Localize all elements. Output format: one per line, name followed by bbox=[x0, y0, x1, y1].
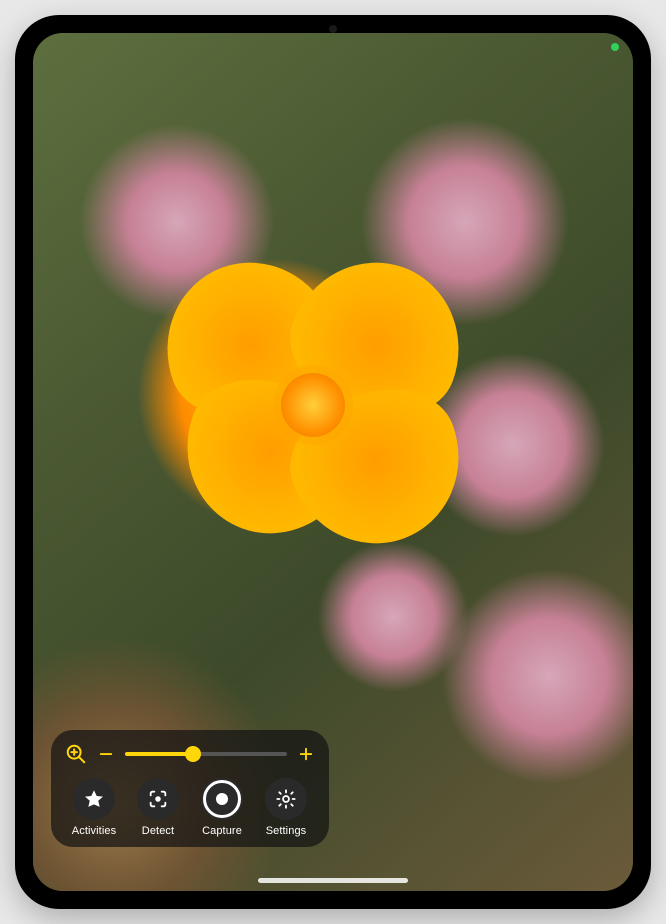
zoom-slider[interactable] bbox=[125, 742, 287, 766]
toolbar-label: Settings bbox=[266, 825, 307, 837]
slider-track-fill bbox=[125, 752, 193, 756]
photo-decoration bbox=[281, 373, 345, 437]
app-screen: Activities Detect bbox=[33, 33, 633, 891]
toolbar: Activities Detect bbox=[65, 778, 315, 837]
toolbar-label: Capture bbox=[202, 825, 242, 837]
gear-icon bbox=[265, 778, 307, 820]
capture-button[interactable]: Capture bbox=[193, 778, 251, 837]
zoom-out-button[interactable] bbox=[97, 745, 115, 763]
zoom-in-button[interactable] bbox=[297, 745, 315, 763]
detect-icon bbox=[137, 778, 179, 820]
magnifier-plus-icon bbox=[65, 743, 87, 765]
controls-panel: Activities Detect bbox=[51, 730, 329, 847]
slider-thumb[interactable] bbox=[185, 746, 201, 762]
home-indicator[interactable] bbox=[258, 878, 408, 883]
capture-icon bbox=[201, 778, 243, 820]
device-frame: Activities Detect bbox=[15, 15, 651, 909]
toolbar-label: Activities bbox=[72, 825, 116, 837]
slider-track bbox=[193, 752, 287, 756]
zoom-row bbox=[65, 742, 315, 766]
star-icon bbox=[73, 778, 115, 820]
detect-button[interactable]: Detect bbox=[129, 778, 187, 837]
settings-button[interactable]: Settings bbox=[257, 778, 315, 837]
camera-in-use-indicator bbox=[611, 43, 619, 51]
toolbar-label: Detect bbox=[142, 825, 174, 837]
activities-button[interactable]: Activities bbox=[65, 778, 123, 837]
